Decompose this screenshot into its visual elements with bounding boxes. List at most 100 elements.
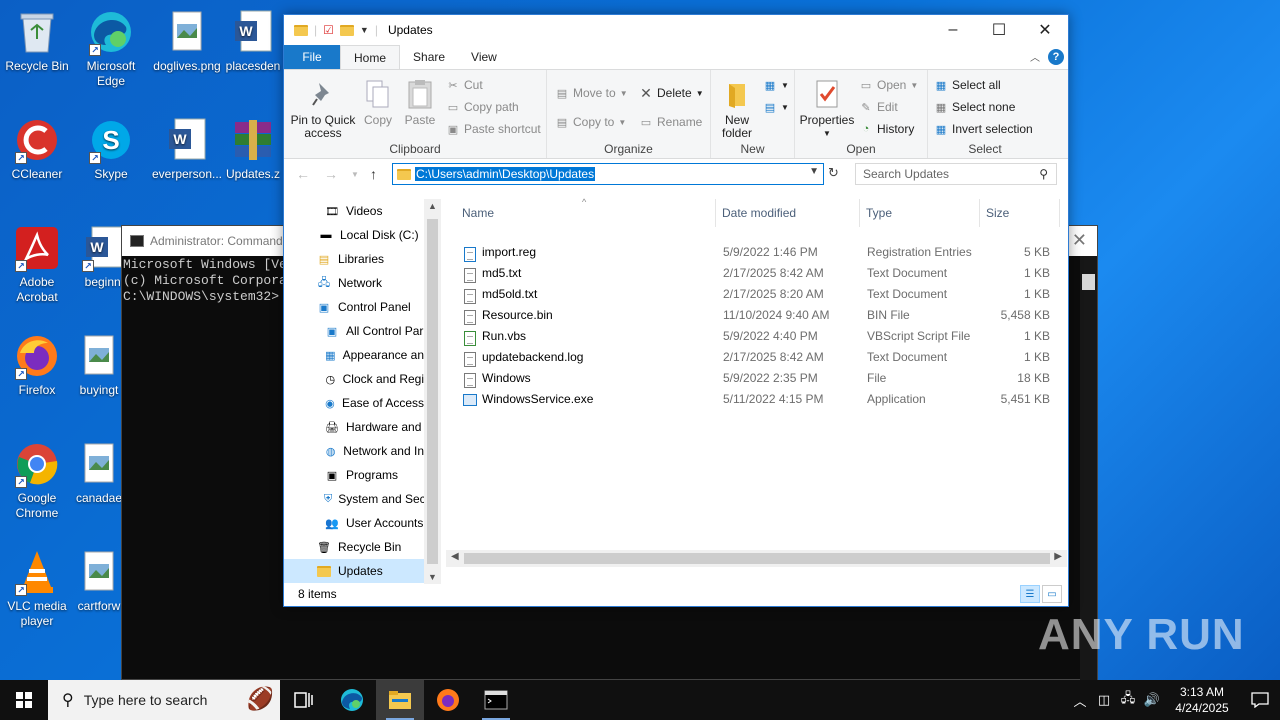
nav-item-appearance[interactable]: ▦ Appearance an xyxy=(284,343,424,367)
column-header-type[interactable]: Type xyxy=(862,199,980,227)
desktop-icon-placesden[interactable]: W placesden xyxy=(222,8,284,74)
collapse-ribbon-icon[interactable]: ︿ xyxy=(1030,49,1040,64)
nav-item-network-internet[interactable]: ◍ Network and In xyxy=(284,439,424,463)
desktop-icon-buyingt[interactable]: buyingt xyxy=(74,332,124,398)
nav-item-local-disk[interactable]: ▬ Local Disk (C:) xyxy=(284,223,424,247)
file-row[interactable]: md5old.txt 2/17/2025 8:20 AM Text Docume… xyxy=(444,284,1064,305)
refresh-button[interactable]: ↻ xyxy=(828,165,839,181)
scroll-up-icon[interactable]: ▲ xyxy=(428,201,437,211)
desktop-icon-updates-zip[interactable]: Updates.z xyxy=(222,116,284,182)
nav-item-programs[interactable]: ▣ Programs xyxy=(284,463,424,487)
taskbar-firefox[interactable] xyxy=(424,680,472,720)
copy-path-button[interactable]: ▭ Copy path xyxy=(446,100,519,114)
pin-quick-access-button[interactable]: Pin to Quick access xyxy=(290,78,356,140)
nav-item-videos[interactable]: 🎞 Videos xyxy=(284,199,424,223)
invert-selection-button[interactable]: ▦ Invert selection xyxy=(934,122,1033,136)
scroll-right-icon[interactable]: ▶ xyxy=(1054,551,1062,562)
select-all-button[interactable]: ▦ Select all xyxy=(934,78,1001,92)
address-bar[interactable]: C:\Users\admin\Desktop\Updates ▼ xyxy=(392,163,824,185)
taskbar-file-explorer[interactable] xyxy=(376,680,424,720)
copy-to-button[interactable]: ▤ Copy to ▼ xyxy=(555,115,626,129)
new-folder-quick-icon[interactable] xyxy=(339,24,354,36)
horizontal-scroll-thumb[interactable] xyxy=(464,553,1050,564)
back-button[interactable]: ← xyxy=(296,166,310,182)
nav-item-clock-region[interactable]: ◷ Clock and Regi xyxy=(284,367,425,391)
close-button[interactable]: ✕ xyxy=(1022,15,1068,45)
minimize-button[interactable]: – xyxy=(930,15,976,45)
nav-item-ease-of-access[interactable]: ◉ Ease of Access xyxy=(284,391,424,415)
copy-button[interactable]: Copy xyxy=(358,78,398,127)
nav-scroll-thumb[interactable] xyxy=(427,219,438,564)
navigation-pane[interactable]: 🎞 Videos ▬ Local Disk (C:) ▤ Libraries 🖧 Net… xyxy=(284,199,441,584)
volume-icon[interactable]: 🔊 xyxy=(1140,692,1164,708)
desktop-icon-doglives[interactable]: doglives.png xyxy=(150,8,224,74)
nav-item-user-accounts[interactable]: 👥 User Accounts xyxy=(284,511,424,535)
file-row[interactable]: Resource.bin 11/10/2024 9:40 AM BIN File… xyxy=(444,305,1064,326)
up-button[interactable]: ↑ xyxy=(370,166,377,182)
move-to-button[interactable]: ▤ Move to ▼ xyxy=(555,86,628,100)
cmd-scroll-thumb[interactable] xyxy=(1082,274,1095,290)
taskbar-cmd[interactable] xyxy=(472,680,520,720)
explorer-window[interactable]: | ☑ ▼ | Updates – ☐ ✕ File Home Share Vi… xyxy=(283,14,1069,607)
new-folder-button[interactable]: New folder xyxy=(715,78,759,140)
nav-item-updates[interactable]: Updates xyxy=(284,559,424,583)
taskbar-search-box[interactable]: ⚲ Type here to search 🏈 xyxy=(48,680,280,720)
nav-item-hardware[interactable]: 🖨 Hardware and xyxy=(284,415,424,439)
delete-button[interactable]: ✕ Delete ▼ xyxy=(639,85,703,101)
easy-access-button[interactable]: ▤ ▼ xyxy=(763,100,789,114)
clock[interactable]: 3:13 AM 4/24/2025 xyxy=(1164,684,1240,716)
tab-file[interactable]: File xyxy=(284,45,340,69)
select-none-button[interactable]: ▦ Select none xyxy=(934,100,1016,114)
desktop-icon-ccleaner[interactable]: ↗ CCleaner xyxy=(0,116,74,182)
maximize-button[interactable]: ☐ xyxy=(976,15,1022,45)
desktop-icon-recycle-bin[interactable]: Recycle Bin xyxy=(0,8,74,74)
tab-view[interactable]: View xyxy=(458,45,510,69)
recent-locations-button[interactable]: ▼ xyxy=(351,170,359,179)
desktop-icon-canadae[interactable]: canadae xyxy=(74,440,124,506)
task-view-button[interactable] xyxy=(280,680,328,720)
address-dropdown-icon[interactable]: ▼ xyxy=(809,166,819,177)
search-input[interactable]: Search Updates ⚲ xyxy=(855,163,1057,185)
nav-item-system-security[interactable]: ⛨ System and Sec xyxy=(284,487,424,511)
scroll-left-icon[interactable]: ◀ xyxy=(451,551,459,562)
nav-scrollbar[interactable]: ▲ ▼ xyxy=(424,199,441,584)
help-button[interactable]: ? xyxy=(1048,49,1064,65)
horizontal-scrollbar[interactable]: ◀ ▶ xyxy=(446,550,1067,567)
file-row[interactable]: Run.vbs 5/9/2022 4:40 PM VBScript Script… xyxy=(444,326,1064,347)
open-button[interactable]: ▭ Open ▼ xyxy=(859,78,918,92)
file-row[interactable]: WindowsService.exe 5/11/2022 4:15 PM App… xyxy=(444,389,1064,410)
large-icons-view-button[interactable]: ▭ xyxy=(1042,585,1062,603)
tray-overflow-icon[interactable]: ︿ xyxy=(1068,691,1092,710)
desktop-icon-microsoft-edge[interactable]: ↗ Microsoft Edge xyxy=(74,8,148,89)
cut-button[interactable]: ✂ Cut xyxy=(446,78,482,92)
column-header-date[interactable]: Date modified xyxy=(718,199,860,227)
details-view-button[interactable]: ☰ xyxy=(1020,585,1040,603)
desktop-icon-vlc[interactable]: ↗ VLC media player xyxy=(0,548,74,629)
paste-shortcut-button[interactable]: ▣ Paste shortcut xyxy=(446,122,541,136)
history-button[interactable]: ◔ History xyxy=(859,122,915,136)
edit-button[interactable]: ✎ Edit xyxy=(859,100,897,114)
file-row[interactable]: md5.txt 2/17/2025 8:42 AM Text Document … xyxy=(444,263,1064,284)
cmd-close-button[interactable]: ✕ xyxy=(1072,230,1087,251)
tray-app-icon[interactable]: ◫ xyxy=(1092,692,1116,708)
notification-center-button[interactable] xyxy=(1240,692,1280,708)
explorer-title-bar[interactable]: | ☑ ▼ | Updates – ☐ ✕ xyxy=(284,15,1068,45)
forward-button[interactable]: → xyxy=(324,166,338,182)
nav-item-recycle-bin[interactable]: 🗑 Recycle Bin xyxy=(284,535,424,559)
address-path[interactable]: C:\Users\admin\Desktop\Updates xyxy=(415,167,596,181)
new-item-button[interactable]: ▦ ▼ xyxy=(763,78,789,92)
desktop-icon-adobe-acrobat[interactable]: ↗ Adobe Acrobat xyxy=(0,224,74,305)
file-list[interactable]: Name ^ Date modified Type Size import.reg… xyxy=(444,197,1068,584)
column-header-size[interactable]: Size xyxy=(982,199,1060,227)
nav-item-network[interactable]: 🖧 Network xyxy=(284,271,424,295)
properties-quick-icon[interactable]: ☑ xyxy=(323,23,334,37)
start-button[interactable] xyxy=(0,680,48,720)
paste-button[interactable]: Paste xyxy=(400,78,440,127)
customize-quick-access-icon[interactable]: ▼ xyxy=(360,25,369,35)
properties-button[interactable]: Properties ▼ xyxy=(799,78,855,140)
desktop-icon-everperson[interactable]: W everperson... xyxy=(150,116,224,182)
column-header-name[interactable]: Name ^ xyxy=(458,197,716,227)
file-row[interactable]: import.reg 5/9/2022 1:46 PM Registration… xyxy=(444,242,1064,263)
file-row[interactable]: updatebackend.log 2/17/2025 8:42 AM Text… xyxy=(444,347,1064,368)
desktop-icon-skype[interactable]: S ↗ Skype xyxy=(74,116,148,182)
